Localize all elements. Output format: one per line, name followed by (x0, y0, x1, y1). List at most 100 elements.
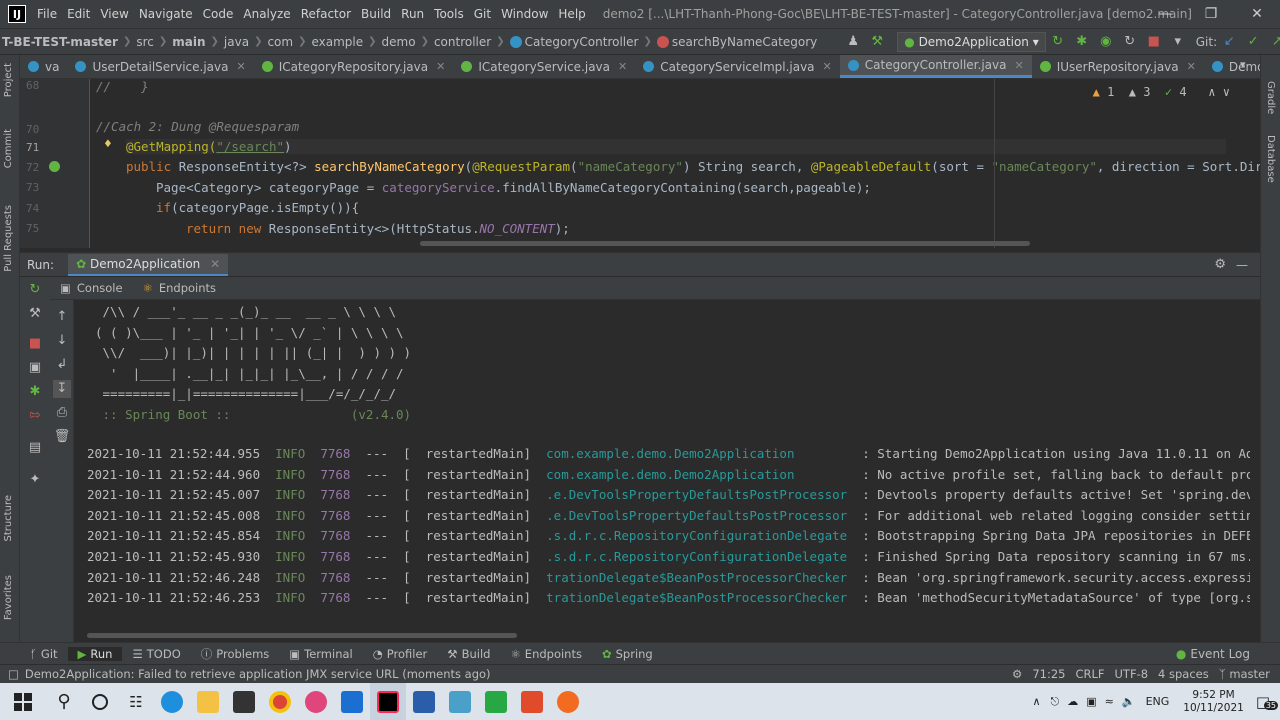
git-branch-widget[interactable]: ᛉ master (1219, 667, 1270, 681)
inspection-widget[interactable]: ▲ 1 ▲ 3 ✓ 4 ∧ ∨ (1093, 85, 1230, 99)
breadcrumb-item[interactable]: main (170, 35, 207, 49)
hide-panel-icon[interactable]: — (1236, 258, 1248, 272)
exit-icon[interactable]: ⇰ (26, 407, 44, 425)
memory-icon[interactable]: ⚙ (1012, 667, 1022, 681)
tab-endpoints[interactable]: ⚛ Endpoints (133, 281, 227, 295)
search-icon[interactable]: ⚲ (46, 683, 82, 720)
cortana-icon[interactable] (82, 683, 118, 720)
clock[interactable]: 9:52 PM 10/11/2021 (1183, 689, 1244, 715)
editor-tab[interactable]: va (20, 55, 67, 78)
breadcrumb-item[interactable]: demo (380, 35, 418, 49)
stop-icon[interactable]: ■ (1145, 33, 1163, 51)
indent-setting[interactable]: 4 spaces (1158, 667, 1209, 681)
run-tab-demo2application[interactable]: ✿ Demo2Application ✕ (68, 253, 229, 276)
code-editor[interactable]: 68 70 71 72 73 74 75 ♦ // } //Cach 2: Du… (20, 79, 1260, 248)
file-explorer-icon[interactable] (190, 683, 226, 720)
close-tab-icon[interactable]: ✕ (1014, 59, 1023, 72)
database-tool-label[interactable]: Database (1265, 135, 1276, 183)
breadcrumb-item[interactable]: controller (432, 35, 493, 49)
breadcrumb-item[interactable]: CategoryController (508, 35, 641, 49)
breadcrumb-item[interactable]: src (134, 35, 156, 49)
editor-tab[interactable]: CategoryServiceImpl.java ✕ (635, 55, 840, 78)
intellij-icon[interactable] (370, 683, 406, 720)
intellij-logo-icon[interactable]: IJ (8, 5, 26, 23)
event-log-button[interactable]: ● Event Log (1176, 647, 1250, 661)
build-hammer-icon[interactable]: ⚒ (868, 33, 886, 51)
breadcrumb-item[interactable]: searchByNameCategory (655, 35, 819, 49)
start-button[interactable] (0, 683, 46, 720)
close-tab-icon[interactable]: ✕ (236, 60, 245, 73)
rerun-icon[interactable]: ↻ (1049, 33, 1067, 51)
menu-help[interactable]: Help (553, 7, 590, 21)
menu-window[interactable]: Window (496, 7, 553, 21)
stop-icon[interactable]: ■ (26, 335, 44, 353)
soft-wrap-icon[interactable]: ↲ (53, 356, 71, 374)
pull-requests-tool-label[interactable]: Pull Requests (3, 205, 14, 272)
close-tab-icon[interactable]: ✕ (823, 60, 832, 73)
app-badge-icon[interactable] (298, 683, 334, 720)
breadcrumb-item[interactable]: example (309, 35, 365, 49)
green-app-icon[interactable] (478, 683, 514, 720)
console-horizontal-scrollbar[interactable] (87, 633, 517, 638)
file-encoding[interactable]: UTF-8 (1115, 667, 1149, 681)
tool-window-todo[interactable]: ☰ TODO (122, 647, 190, 661)
restore-button[interactable]: ❐ (1188, 0, 1234, 28)
close-tab-icon[interactable]: ✕ (618, 60, 627, 73)
settings-gear-icon[interactable]: ⚙ (1214, 257, 1226, 272)
run-config-selector[interactable]: ● Demo2Application ▾ (897, 31, 1046, 52)
editor-tab[interactable]: ICategoryRepository.java ✕ (254, 55, 454, 78)
close-button[interactable]: ✕ (1234, 0, 1280, 28)
pin-icon[interactable]: ✦ (26, 471, 44, 489)
editor-tab[interactable]: UserDetailService.java ✕ (67, 55, 253, 78)
breadcrumb-item[interactable]: java (222, 35, 251, 49)
editor-tab[interactable]: ICategoryService.java ✕ (453, 55, 635, 78)
close-tab-icon[interactable]: ✕ (1187, 60, 1196, 73)
tool-window-profiler[interactable]: ◔ Profiler (363, 647, 438, 661)
tool-window-endpoints[interactable]: ⚛ Endpoints (500, 647, 592, 661)
close-tab-icon[interactable]: ✕ (210, 257, 220, 271)
camera-icon[interactable]: ▣ (26, 359, 44, 377)
clear-all-icon[interactable]: 🗑 (53, 428, 71, 446)
user-icon[interactable]: ♟ (844, 33, 862, 51)
menu-refactor[interactable]: Refactor (296, 7, 356, 21)
debug-icon[interactable]: ✱ (1073, 33, 1091, 51)
tool-window-run[interactable]: ▶ Run (67, 646, 123, 661)
notes-icon[interactable] (442, 683, 478, 720)
more-icon[interactable]: ▾ (1169, 33, 1187, 51)
chrome-icon[interactable] (262, 683, 298, 720)
status-square-icon[interactable]: □ (8, 667, 19, 681)
scroll-up-icon[interactable]: ↑ (53, 308, 71, 326)
tool-window-git[interactable]: ᚶ Git (20, 647, 68, 661)
scroll-to-end-icon[interactable]: ↧ (53, 380, 71, 398)
gradle-tool-label[interactable]: Gradle (1265, 81, 1276, 114)
tab-list-chevron-icon[interactable]: ▾ (1240, 58, 1246, 71)
structure-tool-label[interactable]: Structure (3, 495, 14, 542)
menu-tools[interactable]: Tools (429, 7, 469, 21)
minimize-button[interactable]: — (1142, 0, 1188, 28)
git-push-icon[interactable]: ↗ (1268, 33, 1280, 51)
line-separator[interactable]: CRLF (1075, 667, 1104, 681)
coverage-icon[interactable]: ◉ (1097, 33, 1115, 51)
menu-git[interactable]: Git (469, 7, 496, 21)
postman-icon[interactable] (550, 683, 586, 720)
editor-tab[interactable]: CategoryController.java ✕ (839, 55, 1032, 78)
git-update-icon[interactable]: ↙ (1220, 33, 1238, 51)
tool-window-problems[interactable]: ⓘ Problems (191, 646, 280, 662)
webstorm-icon[interactable] (334, 683, 370, 720)
tool-window-terminal[interactable]: ▣ Terminal (279, 647, 362, 661)
next-highlight-icon[interactable]: ∨ (1223, 85, 1230, 99)
tool-window-build[interactable]: ⚒ Build (437, 647, 500, 661)
menu-edit[interactable]: Edit (62, 7, 95, 21)
notification-center-icon[interactable]: □ 35 (1256, 693, 1278, 711)
status-message[interactable]: Demo2Application: Failed to retrieve app… (25, 667, 491, 681)
tool-window-spring[interactable]: ✿ Spring (592, 647, 663, 661)
commit-tool-label[interactable]: Commit (3, 129, 14, 168)
rerun-icon[interactable]: ↻ (26, 281, 44, 299)
menu-analyze[interactable]: Analyze (238, 7, 295, 21)
print-icon[interactable]: ⎙ (53, 404, 71, 422)
tray-chevron-icon[interactable]: ∧ (1032, 695, 1040, 708)
profile-icon[interactable]: ↻ (1121, 33, 1139, 51)
editor-tab[interactable]: Demo2ApplicationTests.java✕ (1204, 55, 1260, 78)
wrench-icon[interactable]: ⚒ (26, 305, 44, 323)
onedrive-icon[interactable]: ☁ (1067, 695, 1078, 708)
